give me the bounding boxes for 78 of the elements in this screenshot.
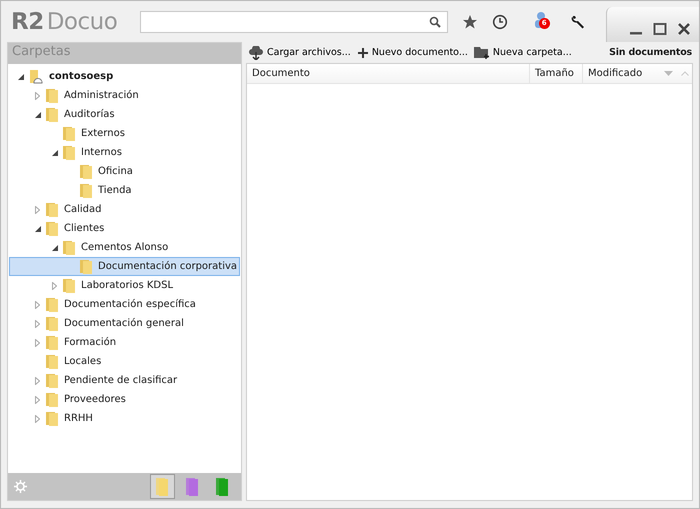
cloud-download-icon xyxy=(248,46,264,60)
search-icon[interactable] xyxy=(428,16,441,28)
tree-item[interactable]: Externos xyxy=(9,124,240,143)
folder-icon xyxy=(46,297,58,312)
tree-item[interactable]: Tienda xyxy=(9,181,240,200)
column-header[interactable]: Modificado xyxy=(583,64,678,83)
column-header[interactable]: Documento xyxy=(247,64,530,83)
toolbar-button[interactable]: Nueva carpeta... xyxy=(472,46,574,59)
folder-icon xyxy=(80,183,92,198)
tree-item[interactable]: Pendiente de clasificar xyxy=(9,371,240,390)
folder-icon xyxy=(156,476,170,496)
folder-icon xyxy=(46,107,58,122)
collapsed-arrow-icon[interactable] xyxy=(35,206,40,214)
search-field[interactable] xyxy=(140,10,448,32)
tree-item[interactable]: Formación xyxy=(9,333,240,352)
folder-icon xyxy=(46,411,58,426)
collapsed-arrow-icon[interactable] xyxy=(35,396,40,404)
maximize-icon[interactable] xyxy=(653,22,667,36)
sort-arrow-icon[interactable] xyxy=(664,71,673,76)
folder-icon xyxy=(216,476,230,496)
tree-item[interactable]: Calidad xyxy=(9,200,240,219)
document-count: Sin documentos xyxy=(609,47,693,58)
folder-icon xyxy=(63,145,75,160)
collapsed-arrow-icon[interactable] xyxy=(35,300,40,308)
tree-item[interactable]: Locales xyxy=(9,352,240,371)
scroll-up-icon[interactable] xyxy=(681,71,689,76)
expanded-arrow-icon[interactable] xyxy=(52,150,58,156)
expanded-arrow-icon[interactable] xyxy=(52,244,58,250)
tree-item[interactable]: RRHH xyxy=(9,409,240,428)
tree-item[interactable]: Auditorías xyxy=(9,105,240,124)
close-icon[interactable] xyxy=(677,22,691,36)
folder-icon xyxy=(80,164,92,179)
panel-header: Carpetas xyxy=(8,43,241,64)
folder-icon xyxy=(63,278,75,293)
column-header[interactable]: Tamaño xyxy=(530,64,583,83)
collapsed-arrow-icon[interactable] xyxy=(35,338,40,346)
tree-item[interactable]: Cementos Alonso xyxy=(9,238,240,257)
folder-icon xyxy=(46,316,58,331)
plus-icon xyxy=(356,46,369,58)
tree-item[interactable]: Clientes xyxy=(9,219,240,238)
toolbar-button[interactable]: Cargar archivos... xyxy=(246,46,353,60)
tree-item[interactable]: contosoesp xyxy=(9,67,240,86)
toolbar-button[interactable]: Nuevo documento... xyxy=(354,46,470,58)
folder-icon xyxy=(63,240,75,255)
expanded-arrow-icon[interactable] xyxy=(34,226,40,232)
clock-icon[interactable] xyxy=(492,14,508,30)
folder-icon xyxy=(46,88,58,103)
collapsed-arrow-icon[interactable] xyxy=(35,376,40,384)
new-folder-icon xyxy=(474,46,490,59)
collapsed-arrow-icon[interactable] xyxy=(35,92,40,100)
tree-item[interactable]: Laboratorios KDSL xyxy=(9,276,240,295)
settings-icon[interactable] xyxy=(14,480,27,493)
folder-icon xyxy=(46,392,58,407)
tree-item[interactable]: Oficina xyxy=(9,162,240,181)
tree-item[interactable]: Documentación general xyxy=(9,314,240,333)
folder-icon xyxy=(186,476,200,496)
expanded-arrow-icon[interactable] xyxy=(18,74,24,80)
folder-icon xyxy=(46,221,58,236)
expanded-arrow-icon[interactable] xyxy=(34,112,40,118)
app-logo: R2 Docuo xyxy=(11,8,118,34)
folder-view-button[interactable] xyxy=(150,474,175,499)
user-folder-icon xyxy=(29,69,43,84)
folder-icon xyxy=(80,259,92,274)
tree-item[interactable]: Documentación específica xyxy=(9,295,240,314)
folder-icon xyxy=(46,335,58,350)
tree-item[interactable]: Administración xyxy=(9,86,240,105)
folder-icon xyxy=(63,126,75,141)
collapsed-arrow-icon[interactable] xyxy=(35,414,40,422)
tree-item[interactable]: Documentación corporativa xyxy=(9,257,240,276)
collapsed-arrow-icon[interactable] xyxy=(52,282,57,290)
collapsed-arrow-icon[interactable] xyxy=(35,320,40,328)
star-icon[interactable] xyxy=(462,14,478,30)
wrench-icon[interactable] xyxy=(570,14,586,30)
tree-item[interactable]: Internos xyxy=(9,143,240,162)
tree-item[interactable]: Proveedores xyxy=(9,390,240,409)
folder-icon xyxy=(46,202,58,217)
folder-icon xyxy=(46,373,58,388)
folder-icon xyxy=(46,354,58,369)
